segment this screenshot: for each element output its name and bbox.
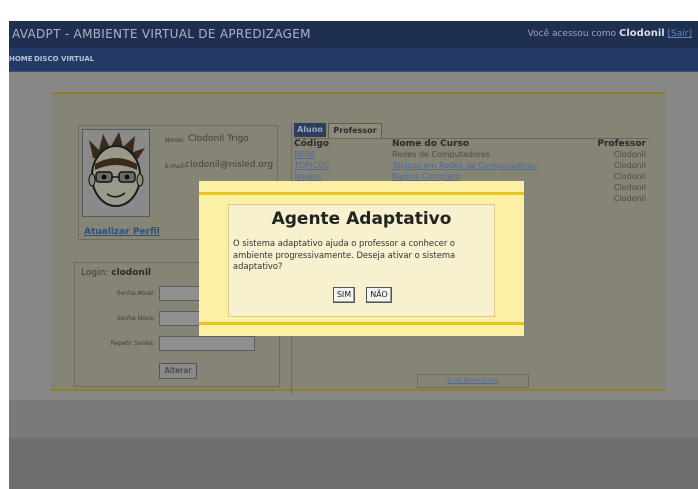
repeat-password-label: Repetir Senha: (110, 340, 155, 347)
header-professor: Professor (597, 139, 646, 149)
course-professor: Clodonil (613, 183, 646, 192)
course-code-link[interactable]: REDE (294, 150, 316, 159)
course-professor: Clodonil (613, 194, 646, 203)
table-row: REDE Redes de Computadores Clodonil (294, 150, 650, 161)
app-title: AVADPT - AMBIENTE VIRTUAL DE APREDIZAGEM (12, 27, 311, 41)
header-code: Código (294, 139, 329, 149)
avatar (82, 129, 150, 217)
modal-overlay: Agente Adaptativo O sistema adaptativo a… (199, 181, 524, 336)
tab-professor[interactable]: Professor (328, 123, 382, 138)
login-label: Login: (81, 268, 109, 278)
name-value: Clodonil Trigo (188, 134, 249, 144)
course-professor: Clodonil (613, 150, 646, 159)
login-info: Login: clodonil (81, 268, 151, 278)
dialog-title: Agente Adaptativo (271, 209, 452, 229)
email-label: E-mail: (165, 163, 186, 170)
nav-item-disco-virtual[interactable]: DISCO VIRTUAL (34, 55, 94, 63)
repeat-password-input[interactable] (159, 336, 255, 351)
update-profile-link[interactable]: Atualizar Perfil (84, 227, 160, 237)
course-name: Redes de Computadores (392, 150, 491, 159)
main-nav: HOME DISCO VIRTUAL (9, 48, 698, 72)
user-info: Você acessou como Clodonil [Sair] (528, 28, 692, 39)
current-password-label: Senha Atual: (116, 290, 155, 297)
course-professor: Clodonil (613, 172, 646, 181)
footer-area (9, 400, 698, 489)
name-label: Nome: (165, 137, 185, 144)
yes-button[interactable]: SIM (333, 287, 355, 303)
change-password-button[interactable]: Alterar (159, 363, 197, 379)
login-value: clodonil (111, 268, 151, 278)
cartoon-avatar-icon (88, 132, 145, 207)
modal-bottom-stripe (199, 322, 524, 325)
create-course-link[interactable]: Criar Novo Curso (417, 374, 529, 388)
top-bar: AVADPT - AMBIENTE VIRTUAL DE APREDIZAGEM… (9, 21, 698, 48)
user-prefix: Você acessou como (527, 29, 617, 39)
no-button[interactable]: NÃO (366, 287, 392, 303)
course-professor: Clodonil (613, 161, 646, 170)
course-code-link[interactable]: Nagios (294, 172, 321, 181)
course-name-link[interactable]: Topicos em Redes de Computadores (392, 161, 537, 170)
user-name: Clodonil (619, 28, 665, 39)
adaptive-agent-dialog: Agente Adaptativo O sistema adaptativo a… (228, 204, 495, 317)
course-name-link[interactable]: Nagios Completo (392, 172, 460, 181)
header-course-name: Nome do Curso (392, 139, 470, 149)
dialog-message: O sistema adaptativo ajuda o professor a… (233, 238, 456, 271)
course-code-link[interactable]: TOPICOS (294, 161, 329, 170)
email-value: clodonil@nisled.org (185, 160, 274, 170)
new-password-label: Senha Nova: (116, 315, 155, 322)
modal-top-stripe (199, 192, 524, 195)
logout-link[interactable]: [Sair] (668, 29, 692, 39)
table-header: Código Nome do Curso Professor (294, 139, 650, 150)
nav-item-home[interactable]: HOME (9, 55, 33, 63)
table-row: TOPICOS Topicos em Redes de Computadores… (294, 161, 650, 172)
tab-aluno[interactable]: Aluno (294, 123, 326, 137)
